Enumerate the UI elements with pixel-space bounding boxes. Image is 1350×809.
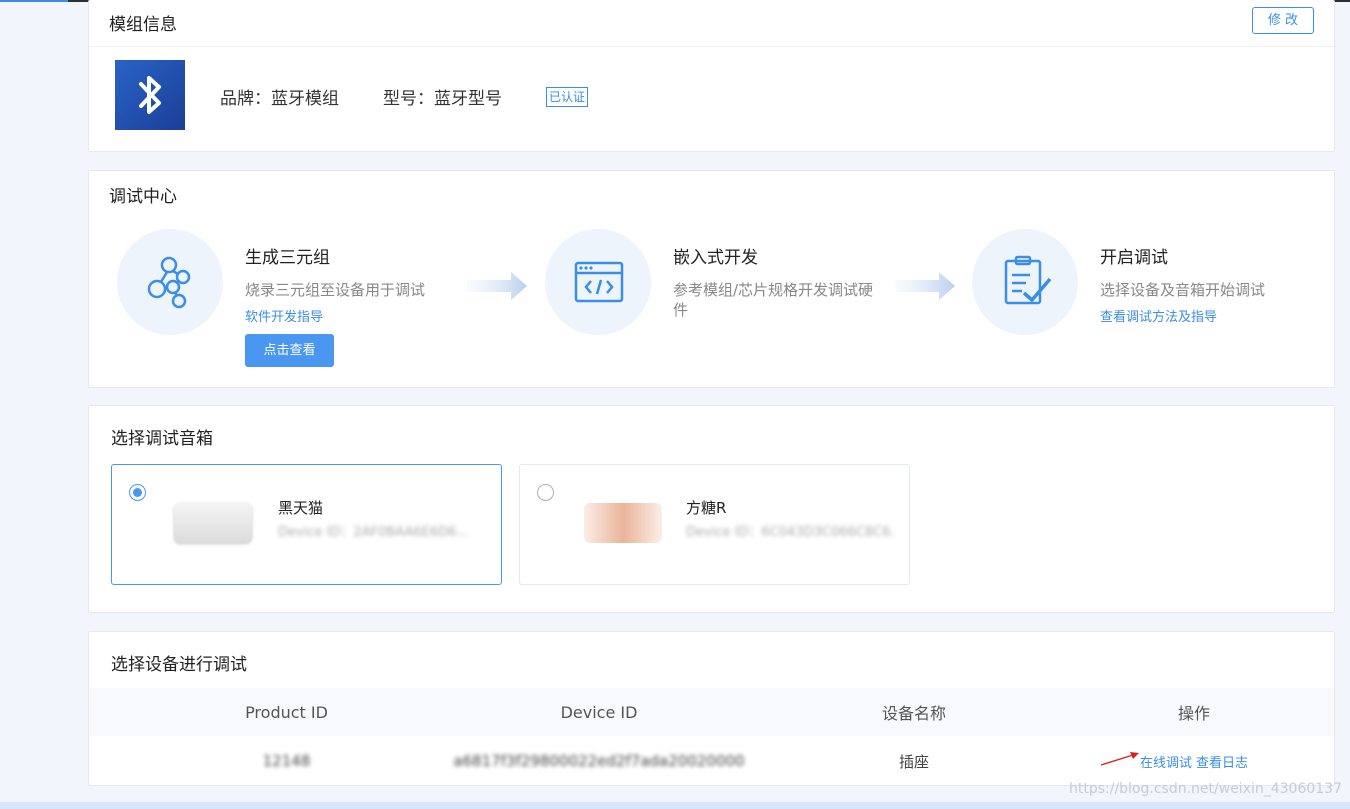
column-header: Device ID: [560, 702, 638, 722]
speaker-image: [174, 503, 252, 543]
speaker-select-title: 选择调试音箱: [111, 429, 213, 449]
view-button[interactable]: 点击查看: [245, 334, 334, 367]
top-bar-accent: [0, 0, 68, 2]
debug-guide-link[interactable]: 查看调试方法及指导: [1100, 306, 1217, 325]
column-header: 操作: [1177, 704, 1210, 723]
device-name-cell: 插座: [898, 752, 929, 771]
step1-desc: 烧录三元组至设备用于调试: [245, 281, 426, 299]
speaker-image: [584, 503, 662, 543]
speaker-device-id: Device ID：6C043D3C066C8C6...: [686, 525, 896, 540]
column-header: 设备名称: [881, 704, 946, 723]
edit-button[interactable]: 修 改: [1252, 7, 1314, 34]
debug-center-title: 调试中心: [109, 187, 177, 207]
step1-title: 生成三元组: [245, 248, 330, 268]
device-select-card: 选择设备进行调试 Product ID Device ID 设备名称 操作 12…: [88, 631, 1335, 786]
actions-cell: 在线调试 查看日志: [1044, 736, 1344, 786]
code-window-icon: [574, 261, 624, 303]
speaker-radio[interactable]: [129, 484, 146, 501]
speaker-select-card: 选择调试音箱 黑天猫 Device ID：2AF0BAA6E6D6... 方糖R…: [88, 405, 1335, 613]
arrow-right-icon: [895, 272, 955, 300]
module-model: 型号：蓝牙型号: [383, 89, 502, 109]
module-brand: 品牌：蓝牙模组: [220, 89, 339, 109]
column-header: Product ID: [245, 702, 328, 722]
step3-title: 开启调试: [1100, 248, 1168, 268]
module-info-title: 模组信息: [109, 15, 177, 35]
speaker-name: 方糖R: [686, 499, 727, 517]
card-divider: [89, 46, 1334, 47]
bottom-bar: [0, 802, 1350, 809]
speaker-device-id: Device ID：2AF0BAA6E6D6...: [278, 525, 469, 540]
verified-badge: 已认证: [546, 87, 589, 107]
step2-title: 嵌入式开发: [673, 248, 758, 268]
table-row: 12148 a6817f3f29800022ed2f7ada20020000 插…: [89, 736, 1334, 786]
clipboard-check-icon: [1004, 255, 1052, 305]
step3-circle: [972, 229, 1078, 335]
product-id-cell: 12148: [262, 752, 311, 770]
module-info-card: 模组信息 修 改 品牌：蓝牙模组 型号：蓝牙型号 已认证: [88, 0, 1335, 152]
online-debug-link[interactable]: 在线调试: [1140, 752, 1192, 771]
step2-circle: [545, 229, 651, 335]
software-guide-link[interactable]: 软件开发指导: [245, 306, 323, 325]
device-id-cell: a6817f3f29800022ed2f7ada20020000: [453, 752, 745, 770]
speaker-name: 黑天猫: [278, 499, 324, 517]
view-log-link[interactable]: 查看日志: [1196, 752, 1248, 771]
debug-center-card: 调试中心 生成三元组 烧录三元组至设备用于调试 软件开发指导 点击查看 嵌入式开…: [88, 170, 1335, 388]
arrow-right-icon: [467, 272, 527, 300]
step3-desc: 选择设备及音箱开始调试: [1100, 281, 1266, 299]
step2-desc: 参考模组/芯片规格开发调试硬件: [673, 281, 874, 319]
watermark: https://blog.csdn.net/weixin_43060137: [1068, 781, 1342, 797]
step1-circle: [117, 229, 223, 335]
speaker-radio[interactable]: [537, 484, 554, 501]
speaker-option[interactable]: 黑天猫 Device ID：2AF0BAA6E6D6...: [111, 464, 502, 585]
molecule-icon: [147, 256, 191, 309]
speaker-option[interactable]: 方糖R Device ID：6C043D3C066C8C6...: [519, 464, 910, 585]
table-header: Product ID Device ID 设备名称 操作: [89, 688, 1334, 736]
bluetooth-icon: [115, 60, 185, 130]
device-select-title: 选择设备进行调试: [111, 655, 247, 675]
annotation-arrow-icon: [1100, 752, 1139, 766]
